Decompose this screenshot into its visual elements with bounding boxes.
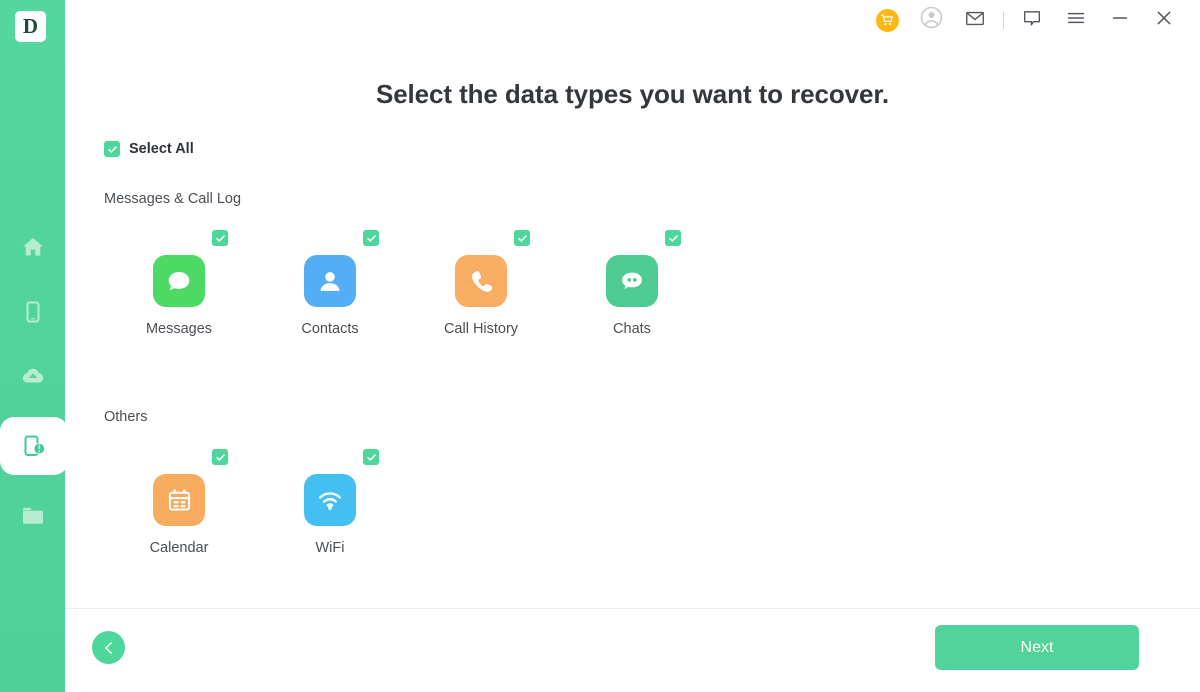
data-type-tile	[153, 449, 228, 526]
select-all-checkbox[interactable]	[104, 141, 120, 157]
sidebar-item-home[interactable]	[0, 218, 65, 276]
close-icon	[1153, 7, 1175, 34]
calendar-icon	[153, 474, 205, 526]
data-type-label: WiFi	[315, 540, 345, 556]
sidebar-item-files[interactable]	[0, 487, 65, 545]
message-bubble-icon	[153, 255, 205, 307]
data-type-tile	[304, 230, 379, 307]
envelope-icon	[964, 7, 986, 34]
data-type-checkbox[interactable]	[363, 230, 379, 246]
data-type-contacts[interactable]: Contacts	[255, 230, 405, 337]
mail-button[interactable]	[953, 2, 997, 38]
data-type-tile	[606, 230, 681, 307]
data-type-label: Calendar	[149, 540, 209, 556]
data-type-tile	[455, 230, 530, 307]
page-title: Select the data types you want to recove…	[375, 79, 890, 109]
contact-person-icon	[304, 255, 356, 307]
arrow-left-icon	[104, 641, 112, 654]
menu-button[interactable]	[1054, 2, 1098, 38]
hamburger-icon	[1065, 7, 1087, 34]
data-type-label: Call History	[443, 321, 519, 337]
wifi-icon	[304, 474, 356, 526]
phone-alert-icon	[17, 429, 51, 463]
sidebar: D	[0, 0, 71, 692]
data-type-chats[interactable]: Chats	[557, 230, 707, 337]
titlebar-separator	[1003, 11, 1004, 29]
section-title-messages: Messages & Call Log	[104, 191, 242, 207]
data-type-label: Chats	[613, 321, 651, 337]
data-type-label: Messages	[145, 321, 213, 337]
home-icon	[16, 230, 50, 264]
data-type-checkbox[interactable]	[212, 230, 228, 246]
data-type-label: Contacts	[301, 321, 359, 337]
titlebar	[865, 0, 1186, 40]
feedback-button[interactable]	[1010, 2, 1054, 38]
data-type-checkbox[interactable]	[514, 230, 530, 246]
chat-dots-icon	[606, 255, 658, 307]
next-button[interactable]: Next	[935, 625, 1139, 670]
data-type-call-history[interactable]: Call History	[406, 230, 556, 337]
select-all-label: Select All	[129, 141, 194, 157]
main-panel: Select the data types you want to recove…	[65, 0, 1200, 692]
minimize-icon	[1109, 7, 1131, 34]
data-type-checkbox[interactable]	[665, 230, 681, 246]
sidebar-item-backup[interactable]	[0, 348, 65, 406]
data-type-calendar[interactable]: Calendar	[104, 449, 254, 556]
back-button[interactable]	[92, 631, 125, 664]
data-type-checkbox[interactable]	[363, 449, 379, 465]
sidebar-item-device[interactable]	[0, 283, 65, 341]
footer-divider	[65, 608, 1200, 609]
folder-icon	[16, 499, 50, 533]
phone-handset-icon	[455, 255, 507, 307]
cart-icon	[875, 8, 899, 32]
data-type-wifi[interactable]: WiFi	[255, 449, 405, 556]
minimize-button[interactable]	[1098, 2, 1142, 38]
chat-bubble-icon	[1021, 7, 1043, 34]
data-type-checkbox[interactable]	[212, 449, 228, 465]
select-all-row[interactable]: Select All	[104, 141, 194, 157]
cart-button[interactable]	[865, 2, 909, 38]
cloud-upload-icon	[16, 360, 50, 394]
application-window: D Select the data types you want to reco…	[0, 0, 1200, 692]
data-type-tile	[153, 230, 228, 307]
phone-icon	[16, 295, 50, 329]
app-logo: D	[15, 11, 46, 42]
account-button[interactable]	[909, 2, 953, 38]
close-button[interactable]	[1142, 2, 1186, 38]
data-type-messages[interactable]: Messages	[104, 230, 254, 337]
section-title-others: Others	[104, 409, 148, 425]
data-type-tile	[304, 449, 379, 526]
user-circle-icon	[920, 6, 943, 34]
sidebar-item-recover[interactable]	[0, 417, 71, 475]
